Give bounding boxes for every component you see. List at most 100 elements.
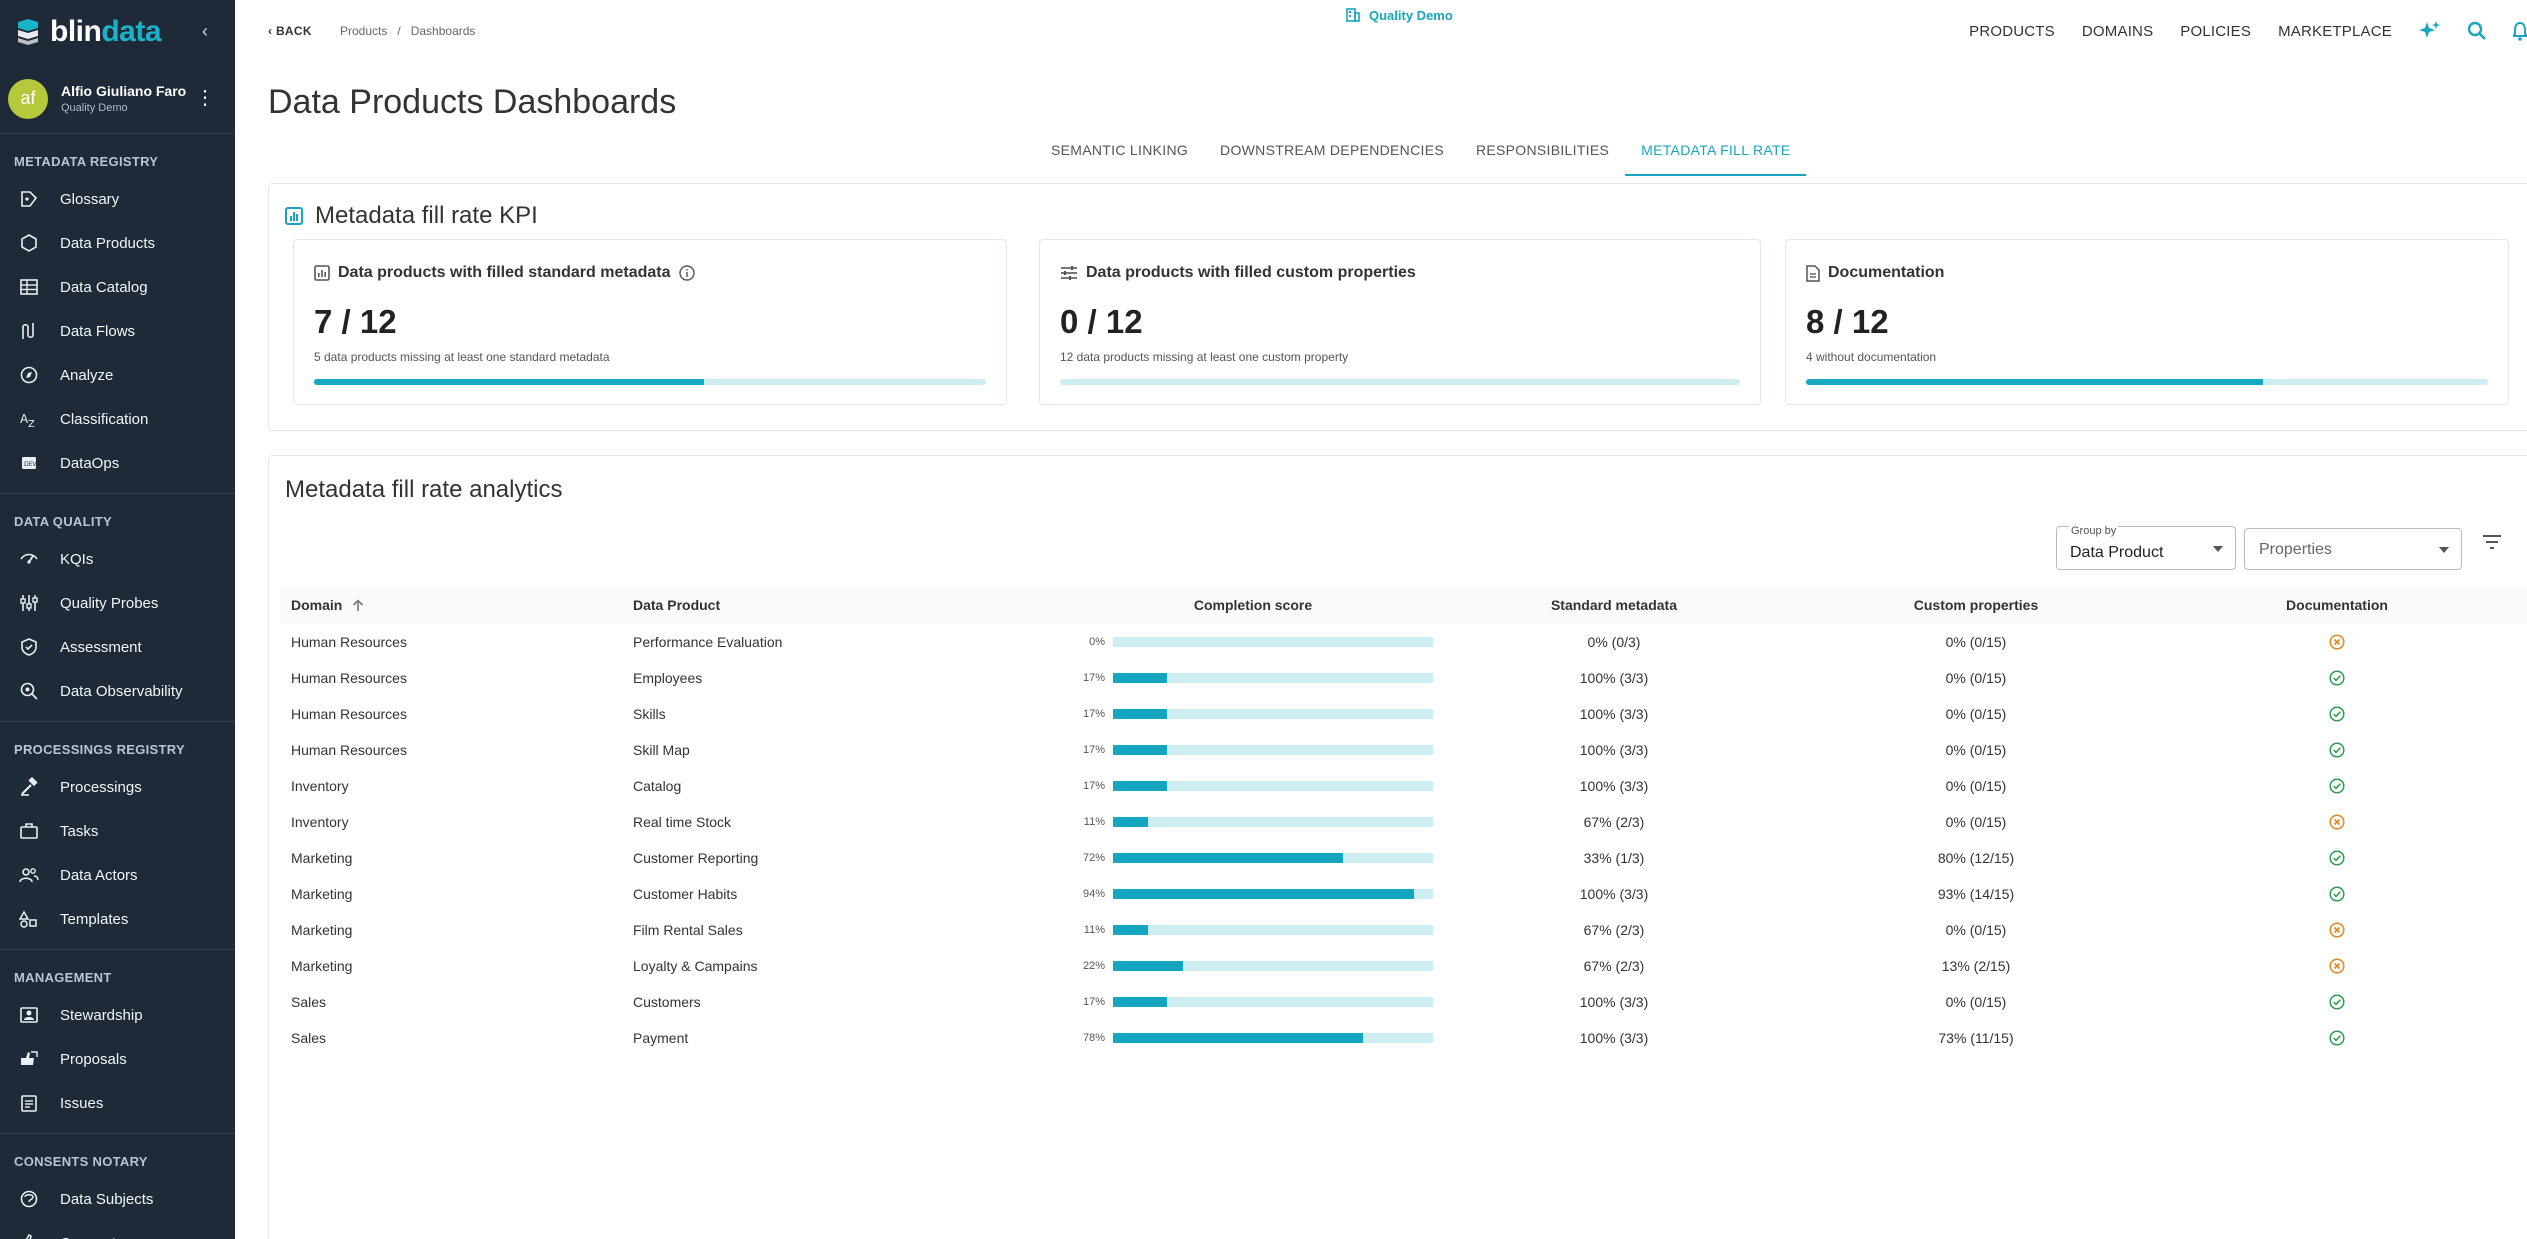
table-row[interactable]: Marketing Loyalty & Campains 22% 67% (2/3) 1… [280,948,2527,984]
completion-bar [1113,961,1433,971]
kpi-card: Metadata fill rate KPI Data products wit… [268,183,2527,431]
cell-data-product: Employees [633,670,703,686]
kpi-progress-bar [314,379,986,385]
cell-standard-metadata: 33% (1/3) [1583,850,1645,866]
sidebar-item-data-flows[interactable]: Data Flows [0,309,235,353]
proposals-icon [18,1048,40,1070]
nav-domains[interactable]: DOMAINS [2082,23,2153,40]
cell-standard-metadata: 67% (2/3) [1583,958,1645,974]
completion-percent: 17% [1082,744,1105,756]
kpi-custom-properties: Data products with filled custom propert… [1039,239,1761,405]
group-by-select[interactable]: Group by Data Product [2056,525,2236,570]
sidebar-item-data-observability[interactable]: Data Observability [0,669,235,713]
completion-bar [1113,817,1433,827]
table-row[interactable]: Human Resources Skill Map 17% 100% (3/3) 0% … [280,732,2527,768]
tab-downstream-dependencies[interactable]: DOWNSTREAM DEPENDENCIES [1204,138,1460,176]
column-header-custom-properties[interactable]: Custom properties [1795,597,2157,613]
bar-chart-icon [285,207,303,225]
sidebar-item-issues[interactable]: Issues [0,1081,235,1125]
column-header-documentation[interactable]: Documentation [2157,597,2517,613]
sidebar-section-title: MANAGEMENT [14,970,112,985]
check-circle-icon [2329,850,2345,866]
table-row[interactable]: Sales Customers 17% 100% (3/3) 0% (0/15) [280,984,2527,1020]
check-circle-icon [2329,886,2345,902]
completion-bar-fill [1113,817,1149,827]
table-body: Human Resources Performance Evaluation 0% 0… [280,624,2527,1056]
ai-sparkle-icon[interactable] [2419,20,2441,42]
table-row[interactable]: Inventory Real time Stock 11% 67% (2/3) 0% (… [280,804,2527,840]
sidebar-item-stewardship[interactable]: Stewardship [0,993,235,1037]
sidebar-item-data-products[interactable]: Data Products [0,221,235,265]
table-row[interactable]: Sales Payment 78% 100% (3/3) 73% (11/15) [280,1020,2527,1056]
sidebar-item-consents[interactable]: Consents [0,1221,235,1239]
tab-semantic-linking[interactable]: SEMANTIC LINKING [1035,138,1204,176]
tab-responsibilities[interactable]: RESPONSIBILITIES [1460,138,1625,176]
breadcrumb-products[interactable]: Products [340,24,387,38]
info-icon[interactable] [678,265,695,281]
properties-select[interactable]: Properties [2244,528,2462,570]
cancel-circle-icon [2329,958,2345,974]
sidebar-item-analyze[interactable]: Analyze [0,353,235,397]
column-header-completion-score[interactable]: Completion score [1073,597,1433,613]
completion-bar-fill [1113,997,1168,1007]
nav-policies[interactable]: POLICIES [2180,23,2251,40]
sidebar-section-title: METADATA REGISTRY [14,154,159,169]
sidebar-item-label: Consents [60,1235,123,1239]
column-header-domain[interactable]: Domain [280,597,633,613]
back-button[interactable]: ‹ BACK [268,24,312,38]
notifications-icon[interactable] [2513,21,2527,41]
cell-standard-metadata: 67% (2/3) [1583,814,1645,830]
table-row[interactable]: Human Resources Skills 17% 100% (3/3) 0% (0/… [280,696,2527,732]
column-header-standard-metadata[interactable]: Standard metadata [1433,597,1795,613]
sidebar-item-dataops[interactable]: DEV DataOps [0,441,235,485]
cell-completion-score: 11% [1073,816,1433,828]
table-row[interactable]: Inventory Catalog 17% 100% (3/3) 0% (0/15) [280,768,2527,804]
sidebar-item-label: Analyze [60,366,114,384]
sidebar-item-data-catalog[interactable]: Data Catalog [0,265,235,309]
sidebar-item-label: Data Products [60,234,156,252]
sidebar-item-glossary[interactable]: Glossary [0,177,235,221]
table-row[interactable]: Marketing Film Rental Sales 11% 67% (2/3) 0%… [280,912,2527,948]
group-by-label: Group by [2069,525,2119,537]
sidebar-item-quality-probes[interactable]: Quality Probes [0,581,235,625]
sidebar-item-classification[interactable]: A Z Classification [0,397,235,441]
cell-documentation [2157,706,2517,722]
table-row[interactable]: Marketing Customer Habits 94% 100% (3/3) 93%… [280,876,2527,912]
sidebar-item-assessment[interactable]: Assessment [0,625,235,669]
cell-standard-metadata: 67% (2/3) [1583,922,1645,938]
table-row[interactable]: Marketing Customer Reporting 72% 33% (1/3) 8… [280,840,2527,876]
sidebar-item-tasks[interactable]: Tasks [0,809,235,853]
data-actors-icon [18,864,40,886]
sidebar-item-processings[interactable]: Processings [0,765,235,809]
logo[interactable]: blindata ‹ [0,0,235,64]
cell-data-product: Performance Evaluation [633,634,783,650]
cell-domain: Human Resources [291,670,407,686]
sidebar-item-kqis[interactable]: KQIs [0,537,235,581]
nav-marketplace[interactable]: MARKETPLACE [2278,23,2392,40]
column-header-data-product[interactable]: Data Product [633,597,1073,613]
sidebar-item-proposals[interactable]: Proposals [0,1037,235,1081]
cell-completion-score: 94% [1073,888,1433,900]
sidebar-item-templates[interactable]: Templates [0,897,235,941]
cell-standard-metadata: 100% (3/3) [1579,778,1649,794]
filter-icon[interactable] [2482,534,2502,555]
sidebar-item-data-subjects[interactable]: Data Subjects [0,1177,235,1221]
breadcrumb-dashboards: Dashboards [410,24,476,38]
collapse-sidebar-button[interactable]: ‹ [195,21,215,41]
table-row[interactable]: Human Resources Employees 17% 100% (3/3) 0% … [280,660,2527,696]
cell-completion-score: 11% [1073,924,1433,936]
table-row[interactable]: Human Resources Performance Evaluation 0% 0… [280,624,2527,660]
document-icon [1806,264,1820,282]
user-profile[interactable]: af Alfio Giuliano Faro Quality Demo ⋮ [0,64,235,134]
more-vert-icon[interactable]: ⋮ [195,88,215,108]
tab-metadata-fill-rate[interactable]: METADATA FILL RATE [1625,138,1807,176]
sidebar-item-data-actors[interactable]: Data Actors [0,853,235,897]
nav-products[interactable]: PRODUCTS [1969,23,2055,40]
search-icon[interactable] [2467,21,2487,41]
arrow-up-icon[interactable] [352,598,364,612]
tasks-icon [18,820,40,842]
cell-documentation [2157,670,2517,686]
cell-domain: Inventory [291,814,349,830]
tenant-selector[interactable]: Quality Demo [1345,7,1453,23]
completion-bar-fill [1113,781,1168,791]
